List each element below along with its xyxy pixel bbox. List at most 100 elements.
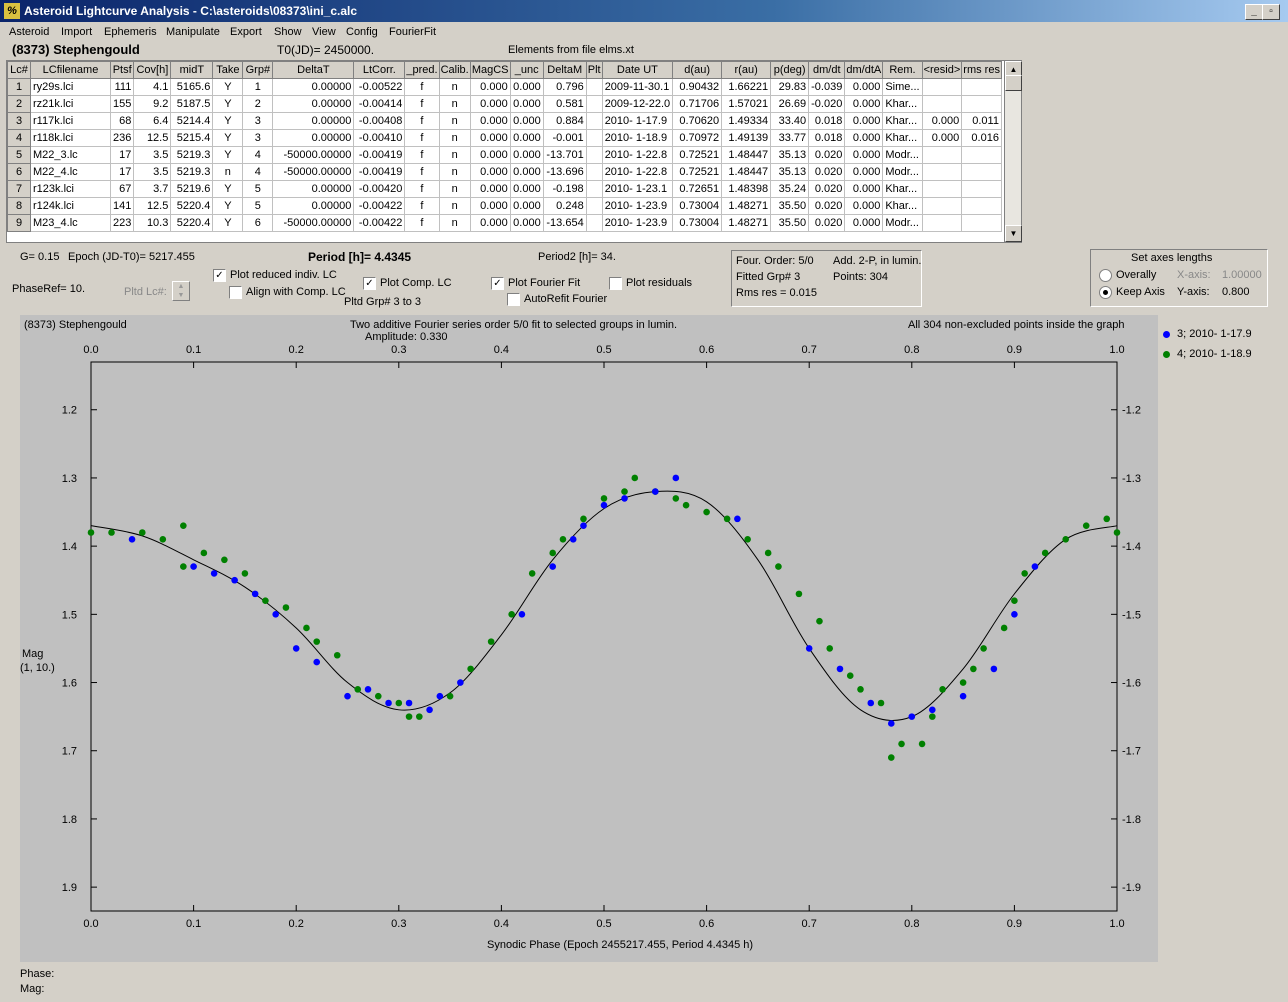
table-cell[interactable]: f — [404, 197, 440, 215]
table-cell[interactable]: 0.000 — [469, 129, 511, 147]
table-cell[interactable] — [585, 197, 603, 215]
menu-asteroid[interactable]: Asteroid — [9, 26, 49, 38]
table-cell[interactable]: 3.7 — [133, 180, 172, 198]
table-cell[interactable]: 0.000 — [509, 163, 544, 181]
table-cell[interactable]: 3 — [242, 129, 274, 147]
table-cell[interactable]: -0.039 — [808, 78, 846, 96]
table-cell[interactable]: 0.018 — [808, 112, 846, 130]
table-cell[interactable]: 1.48447 — [721, 163, 772, 181]
table-cell[interactable]: ry29s.lci — [30, 78, 111, 96]
table-cell[interactable]: f — [404, 95, 440, 113]
menu-show[interactable]: Show — [274, 26, 302, 38]
table-cell[interactable]: 223 — [109, 214, 135, 232]
column-header[interactable]: _pred. — [404, 61, 440, 79]
table-cell[interactable]: 5187.5 — [170, 95, 214, 113]
column-header[interactable]: Grp# — [242, 61, 274, 79]
table-cell[interactable]: Modr... — [882, 214, 923, 232]
epoch-value[interactable]: Epoch (JD-T0)= 5217.455 — [68, 251, 195, 263]
column-header[interactable]: rms res — [961, 61, 1002, 79]
table-cell[interactable]: M23_4.lc — [30, 214, 111, 232]
column-header[interactable]: MagCS — [469, 61, 511, 79]
row-header[interactable]: 7 — [7, 180, 31, 198]
plot-fourier-checkbox[interactable]: ✓ — [491, 277, 504, 290]
table-cell[interactable]: 68 — [109, 112, 135, 130]
table-cell[interactable]: Y — [212, 78, 244, 96]
table-row[interactable]: 9 M23_4.lc 223 10.3 5220.4 Y 6 -50000.00000 -0.0… — [7, 214, 1002, 232]
table-cell[interactable]: 5214.4 — [170, 112, 214, 130]
row-header[interactable]: 5 — [7, 146, 31, 164]
table-cell[interactable]: 3.5 — [133, 163, 172, 181]
column-header[interactable]: Rem. — [882, 61, 923, 79]
table-cell[interactable]: 5219.6 — [170, 180, 214, 198]
table-cell[interactable]: -0.00410 — [353, 129, 406, 147]
table-cell[interactable]: 0.000 — [509, 95, 544, 113]
row-header[interactable]: 9 — [7, 214, 31, 232]
scroll-thumb[interactable] — [1005, 75, 1022, 91]
table-cell[interactable]: 9.2 — [133, 95, 172, 113]
table-cell[interactable]: 6 — [242, 214, 274, 232]
table-cell[interactable]: Y — [212, 197, 244, 215]
table-row[interactable]: 4 r118k.lci 236 12.5 5215.4 Y 3 0.00000 -0.00410… — [7, 129, 1002, 147]
row-header[interactable]: 8 — [7, 197, 31, 215]
table-cell[interactable]: 0.000 — [469, 95, 511, 113]
table-cell[interactable]: 0.000 — [509, 112, 544, 130]
table-cell[interactable]: 0.000 — [844, 95, 884, 113]
row-header[interactable]: 2 — [7, 95, 31, 113]
table-cell[interactable]: -0.00522 — [353, 78, 406, 96]
table-cell[interactable]: f — [404, 146, 440, 164]
column-header[interactable]: <resid> — [921, 61, 963, 79]
table-cell[interactable]: n — [438, 163, 471, 181]
table-cell[interactable] — [585, 129, 603, 147]
pltd-lc-spinner[interactable]: ▲ ▼ — [172, 281, 190, 301]
table-cell[interactable] — [961, 214, 1002, 232]
table-cell[interactable]: 2010- 1-18.9 — [601, 129, 674, 147]
table-cell[interactable]: Y — [212, 112, 244, 130]
table-cell[interactable]: 5165.6 — [170, 78, 214, 96]
table-cell[interactable]: -0.198 — [542, 180, 587, 198]
table-cell[interactable]: 0.000 — [844, 112, 884, 130]
table-cell[interactable]: -0.00419 — [353, 163, 406, 181]
table-row[interactable]: 6 M22_4.lc 17 3.5 5219.3 n 4 -50000.00000 -0.004… — [7, 163, 1002, 181]
column-header[interactable]: _unc — [509, 61, 544, 79]
table-cell[interactable]: 1.48398 — [721, 180, 772, 198]
column-header[interactable]: Ptsf — [109, 61, 135, 79]
table-cell[interactable] — [961, 78, 1002, 96]
plot-residuals-checkbox[interactable] — [609, 277, 622, 290]
table-cell[interactable] — [921, 214, 963, 232]
table-cell[interactable]: r117k.lci — [30, 112, 111, 130]
table-cell[interactable]: 0.020 — [808, 214, 846, 232]
table-cell[interactable] — [961, 180, 1002, 198]
table-cell[interactable]: 1 — [242, 78, 274, 96]
table-cell[interactable]: rz21k.lci — [30, 95, 111, 113]
table-cell[interactable] — [921, 197, 963, 215]
column-header[interactable]: d(au) — [672, 61, 723, 79]
menu-manipulate[interactable]: Manipulate — [166, 26, 220, 38]
menu-export[interactable]: Export — [230, 26, 262, 38]
table-cell[interactable]: 26.69 — [770, 95, 810, 113]
column-header[interactable]: LtCorr. — [353, 61, 406, 79]
table-cell[interactable]: n — [438, 214, 471, 232]
table-cell[interactable] — [585, 180, 603, 198]
table-row[interactable]: 3 r117k.lci 68 6.4 5214.4 Y 3 0.00000 -0.00408 f n… — [7, 112, 1002, 130]
table-cell[interactable]: 0.020 — [808, 163, 846, 181]
table-cell[interactable]: 0.000 — [469, 78, 511, 96]
table-cell[interactable]: 35.24 — [770, 180, 810, 198]
column-header[interactable]: Cov[h] — [133, 61, 172, 79]
table-cell[interactable] — [961, 197, 1002, 215]
table-cell[interactable]: 2009-11-30.1 — [601, 78, 674, 96]
menu-fourierfit[interactable]: FourierFit — [389, 26, 436, 38]
row-header[interactable]: 3 — [7, 112, 31, 130]
table-cell[interactable]: r123k.lci — [30, 180, 111, 198]
table-cell[interactable]: 2010- 1-23.9 — [601, 197, 674, 215]
table-cell[interactable]: 6.4 — [133, 112, 172, 130]
menu-import[interactable]: Import — [61, 26, 92, 38]
lightcurve-plot[interactable]: 0.0 0.0 0.1 0.1 0.2 0.2 0.3 0.3 0.4 0.4 0.5 0.5 0.6 0… — [20, 315, 1158, 962]
table-cell[interactable]: Y — [212, 180, 244, 198]
table-cell[interactable]: Khar... — [882, 112, 923, 130]
table-cell[interactable] — [961, 163, 1002, 181]
table-cell[interactable]: 0.70972 — [672, 129, 723, 147]
table-cell[interactable]: 0.000 — [509, 214, 544, 232]
table-cell[interactable]: 0.884 — [542, 112, 587, 130]
table-cell[interactable]: -13.696 — [542, 163, 587, 181]
restore-button[interactable]: ▫ — [1262, 4, 1280, 20]
